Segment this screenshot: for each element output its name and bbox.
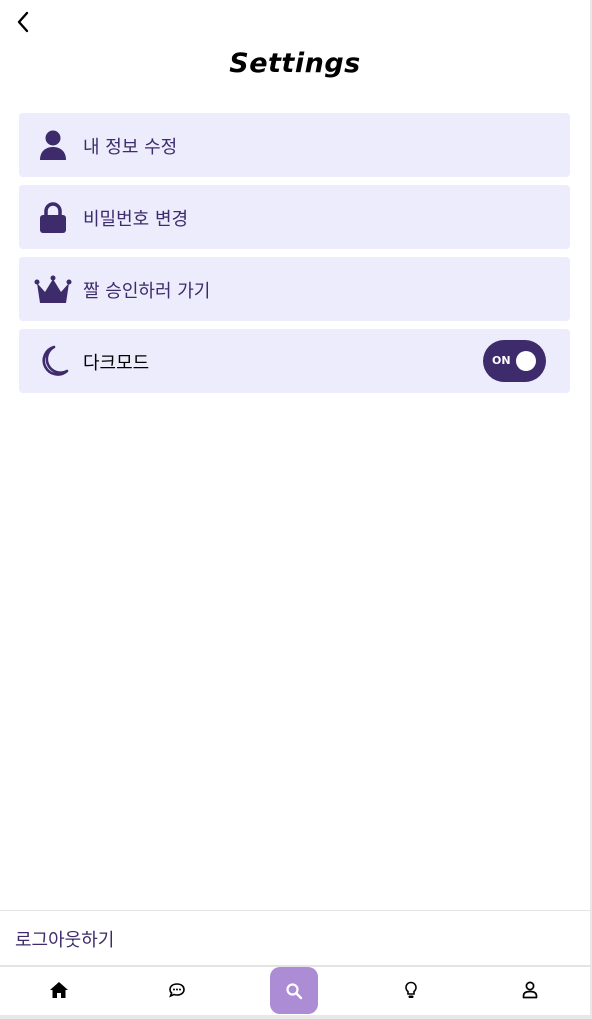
nav-profile[interactable]	[506, 966, 554, 1014]
toggle-label: ON	[492, 354, 511, 367]
dark-mode-toggle[interactable]: ON	[483, 340, 546, 382]
home-icon	[50, 982, 68, 998]
lock-icon	[40, 202, 66, 233]
nav-search[interactable]	[270, 967, 318, 1014]
settings-item-approve-memes[interactable]: 짤 승인하러 가기	[19, 257, 570, 321]
user-outline-icon	[522, 981, 538, 999]
logout-section: 로그아웃하기	[0, 910, 590, 967]
logout-button[interactable]: 로그아웃하기	[15, 926, 114, 952]
nav-chat[interactable]	[153, 966, 201, 1014]
back-button[interactable]	[12, 8, 36, 36]
moon-icon	[42, 345, 69, 376]
bottom-nav	[0, 966, 590, 1015]
settings-item-label: 비밀번호 변경	[83, 209, 189, 230]
settings-item-change-password[interactable]: 비밀번호 변경	[19, 185, 570, 249]
page-title: Settings	[229, 48, 361, 79]
crown-icon	[34, 275, 72, 303]
nav-home[interactable]	[35, 966, 83, 1014]
lightbulb-icon	[405, 981, 417, 998]
settings-item-label: 내 정보 수정	[83, 137, 178, 158]
settings-item-label: 다크모드	[83, 353, 150, 374]
settings-item-label: 짤 승인하러 가기	[83, 281, 211, 302]
toggle-knob	[516, 351, 536, 371]
search-icon	[286, 982, 303, 999]
user-icon	[40, 130, 66, 160]
chat-icon	[169, 983, 185, 998]
chevron-left-icon	[17, 11, 29, 33]
settings-item-edit-profile[interactable]: 내 정보 수정	[19, 113, 570, 177]
settings-item-dark-mode: 다크모드 ON	[19, 329, 570, 393]
settings-page: Settings 내 정보 수정 비밀번호 변경 짤 승인하러 가기 다크모드 …	[0, 0, 590, 1015]
nav-ideas[interactable]	[387, 966, 435, 1014]
